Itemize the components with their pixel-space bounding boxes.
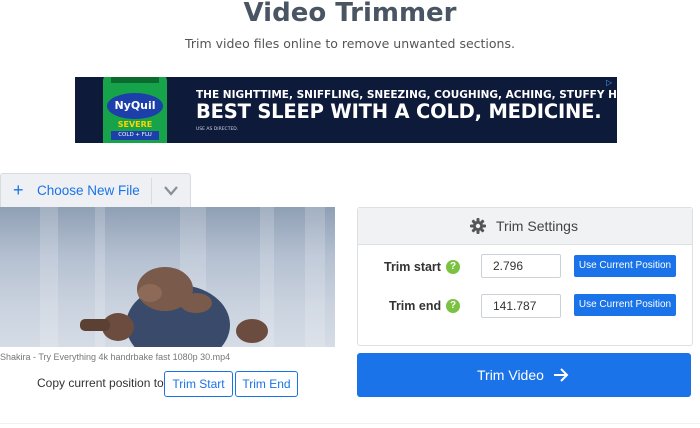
ad-brand: NyQuil bbox=[107, 93, 163, 119]
trim-video-button[interactable]: Trim Video bbox=[357, 353, 691, 397]
gear-icon bbox=[470, 218, 486, 234]
trim-start-use-current-button[interactable]: Use Current Position bbox=[574, 255, 676, 277]
ad-variant: SEVERE bbox=[117, 120, 153, 129]
ad-fine-print: USE AS DIRECTED. bbox=[196, 127, 239, 132]
trim-settings-header: Trim Settings bbox=[358, 208, 692, 245]
file-source-dropdown[interactable] bbox=[152, 174, 190, 208]
copy-position-row: Copy current position to: Trim Start Tri… bbox=[37, 371, 337, 397]
ad-banner[interactable]: NyQuil SEVERE COLD + FLU THE NIGHTTIME, … bbox=[75, 77, 617, 143]
video-preview[interactable] bbox=[0, 207, 335, 347]
trim-start-input[interactable] bbox=[481, 254, 561, 278]
ad-product-image: NyQuil SEVERE COLD + FLU bbox=[103, 77, 167, 143]
choose-new-file-label: Choose New File bbox=[37, 183, 140, 198]
trim-settings-panel: Trim Settings Trim start ? Use Current P… bbox=[357, 207, 693, 346]
video-frame-character bbox=[80, 267, 268, 347]
trim-end-label: Trim end bbox=[389, 299, 442, 313]
divider bbox=[0, 423, 700, 424]
copy-position-label: Copy current position to: bbox=[37, 376, 168, 390]
copy-to-trim-start-button[interactable]: Trim Start bbox=[164, 371, 233, 397]
trim-end-input[interactable] bbox=[481, 294, 561, 318]
trim-start-label: Trim start bbox=[384, 260, 441, 274]
ad-variant-sub: COLD + FLU bbox=[111, 131, 159, 140]
file-chooser: + Choose New File bbox=[0, 173, 191, 208]
trim-settings-title: Trim Settings bbox=[496, 218, 578, 234]
ad-headline-large: BEST SLEEP WITH A COLD, MEDICINE. bbox=[196, 100, 602, 123]
trim-end-help-icon[interactable]: ? bbox=[446, 299, 460, 313]
choose-new-file-button[interactable]: + Choose New File bbox=[1, 174, 151, 208]
plus-icon: + bbox=[13, 180, 24, 200]
trim-end-use-current-button[interactable]: Use Current Position bbox=[574, 294, 676, 316]
chevron-down-icon bbox=[164, 186, 178, 196]
page-title: Video Trimmer bbox=[243, 0, 457, 28]
trim-video-label: Trim Video bbox=[477, 367, 544, 383]
trim-start-help-icon[interactable]: ? bbox=[446, 260, 460, 274]
video-filename: Shakira - Try Everything 4k handrbake fa… bbox=[0, 352, 231, 362]
copy-to-trim-end-button[interactable]: Trim End bbox=[235, 371, 298, 397]
arrow-right-icon bbox=[554, 368, 569, 382]
adchoices-icon[interactable]: ▷ bbox=[606, 78, 615, 87]
page-subtitle: Trim video files online to remove unwant… bbox=[185, 36, 515, 51]
